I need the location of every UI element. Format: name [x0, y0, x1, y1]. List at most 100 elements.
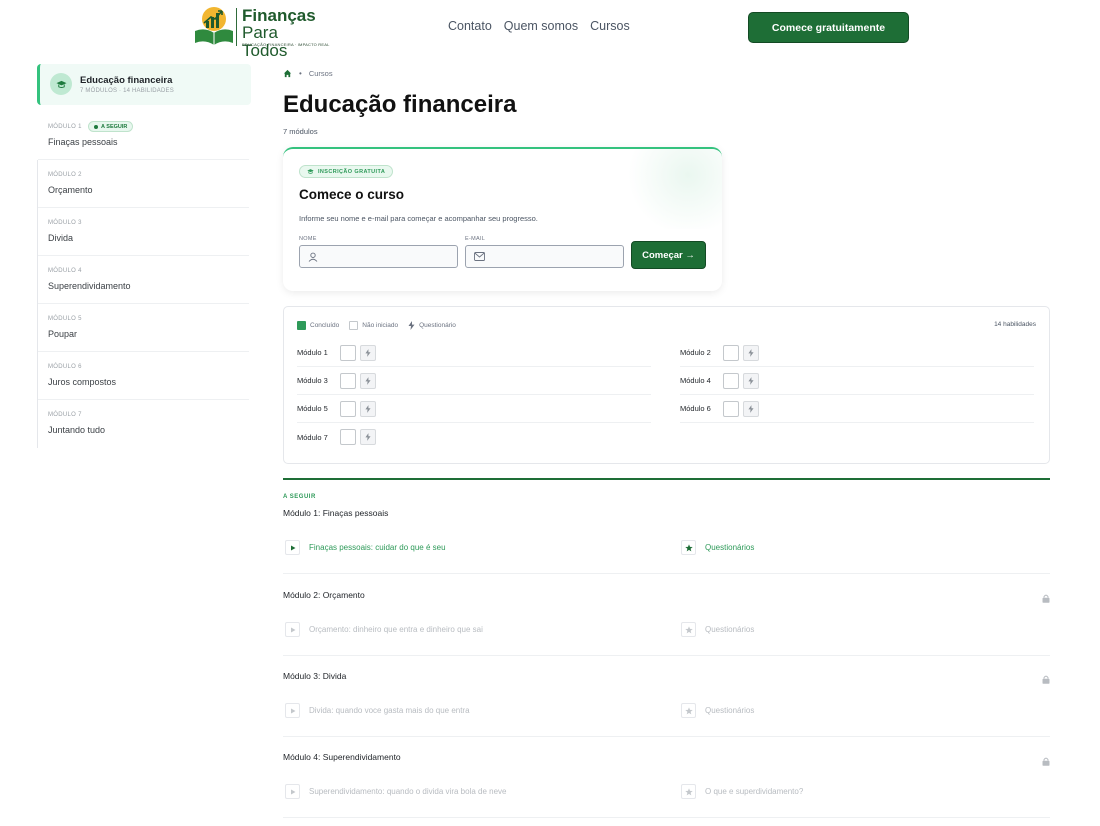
mail-icon [474, 252, 485, 261]
quiz-box[interactable] [743, 344, 759, 361]
progress-row-module-5: Módulo 5 [297, 395, 651, 423]
sidebar-module-name: Divida [48, 233, 74, 243]
module-1-title: Módulo 1: Finaças pessoais [283, 508, 389, 518]
lightning-icon [748, 376, 754, 385]
site-logo[interactable]: Finanças Para Todos EDUCAÇÃO FINANCEIRA … [193, 5, 329, 60]
lesson-title: Superendividamento: quando o divida vira… [309, 787, 507, 796]
play-icon [285, 703, 300, 718]
sidebar-module-name: Finaças pessoais [48, 137, 118, 147]
nav-link-cursos[interactable]: Cursos [590, 19, 630, 33]
skills-count: 14 habilidades [994, 321, 1036, 328]
sidebar-item-module-5[interactable]: MÓDULO 5 Poupar [37, 304, 255, 352]
sidebar-item-module-3[interactable]: MÓDULO 3 Divida [37, 208, 255, 256]
page-title: Educação financeira [283, 91, 517, 118]
sidebar-module-label: MÓDULO 2 [48, 172, 82, 178]
skill-box[interactable] [340, 400, 356, 417]
quiz-box[interactable] [360, 344, 376, 361]
lesson-module-2: Orçamento: dinheiro que entra e dinheiro… [285, 622, 483, 637]
skill-box[interactable] [340, 372, 356, 389]
logo-tagline: EDUCAÇÃO FINANCEIRA · IMPACTO REAL [242, 42, 330, 47]
progress-row-module-6: Módulo 6 [680, 395, 1034, 423]
progress-row-module-7: Módulo 7 [297, 423, 651, 451]
lesson-module-1[interactable]: Finaças pessoais: cuidar do que é seu [285, 540, 446, 555]
signup-card: INSCRIÇÃO GRATUITA Comece o curso Inform… [283, 147, 722, 291]
signup-title: Comece o curso [299, 187, 405, 202]
sidebar-item-module-7[interactable]: MÓDULO 7 Juntando tudo [37, 400, 255, 448]
progress-panel: Concluído Não iniciado Questionário 14 h… [283, 306, 1050, 464]
free-enrollment-badge: INSCRIÇÃO GRATUITA [299, 165, 394, 178]
breadcrumb-separator: • [299, 69, 302, 78]
start-course-button[interactable]: Começar → [631, 241, 706, 269]
sidebar-module-label: MÓDULO 7 [48, 412, 82, 418]
play-icon [285, 622, 300, 637]
free-badge-label: INSCRIÇÃO GRATUITA [318, 168, 386, 175]
module-count: 7 módulos [283, 127, 318, 136]
sidebar-item-module-2[interactable]: MÓDULO 2 Orçamento [37, 160, 255, 208]
progress-module-name: Módulo 6 [680, 404, 711, 413]
quiz-box[interactable] [360, 400, 376, 417]
play-icon [285, 540, 300, 555]
progress-row-module-4: Módulo 4 [680, 367, 1034, 395]
module-4-title: Módulo 4: Superendividamento [283, 752, 401, 762]
lightning-icon [365, 348, 371, 357]
sidebar-module-label: MÓDULO 6 [48, 364, 82, 370]
skill-box[interactable] [723, 372, 739, 389]
sidebar-module-label: MÓDULO 1 [48, 124, 82, 130]
sidebar-item-module-6[interactable]: MÓDULO 6 Juros compostos [37, 352, 255, 400]
legend-done-label: Concluído [310, 322, 340, 329]
skill-box[interactable] [340, 429, 356, 445]
graduation-cap-icon [50, 73, 72, 95]
divider [283, 655, 1050, 656]
sidebar-module-name: Juntando tudo [48, 425, 106, 435]
breadcrumb-current[interactable]: Cursos [309, 69, 333, 78]
sidebar-item-module-1[interactable]: MÓDULO 1 A SEGUIR Finaças pessoais [37, 112, 255, 160]
up-next-divider [283, 478, 1050, 480]
progress-module-name: Módulo 2 [680, 348, 711, 357]
progress-row-module-3: Módulo 3 [297, 367, 651, 395]
sidebar-module-name: Poupar [48, 329, 78, 339]
quiz-box[interactable] [360, 372, 376, 389]
graduation-cap-icon [307, 169, 314, 174]
progress-module-name: Módulo 7 [297, 432, 328, 442]
skill-box[interactable] [723, 400, 739, 417]
email-field[interactable] [465, 245, 624, 268]
course-sidebar: Educação financeira 7 MÓDULOS · 14 HABIL… [37, 64, 255, 448]
divider [283, 573, 1050, 574]
nav-link-contato[interactable]: Contato [448, 19, 492, 33]
divider [283, 736, 1050, 737]
quiz-module-1[interactable]: Questionários [681, 540, 754, 555]
lesson-title: Divida: quando voce gasta mais do que en… [309, 706, 470, 715]
quiz-title: Questionários [705, 543, 755, 552]
play-icon [285, 784, 300, 799]
quiz-box[interactable] [743, 400, 759, 417]
quiz-title: Questionários [705, 625, 755, 634]
sidebar-item-module-4[interactable]: MÓDULO 4 Superendividamento [37, 256, 255, 304]
skill-box[interactable] [340, 344, 356, 361]
skill-box[interactable] [723, 344, 739, 361]
star-icon [681, 540, 696, 555]
dot-icon [94, 124, 98, 129]
lightning-icon [748, 404, 754, 413]
quiz-box[interactable] [360, 429, 376, 445]
quiz-box[interactable] [743, 372, 759, 389]
sidebar-course-card[interactable]: Educação financeira 7 MÓDULOS · 14 HABIL… [37, 64, 251, 105]
progress-module-name: Módulo 3 [297, 376, 328, 385]
quiz-title: Questionários [705, 706, 755, 715]
quiz-title: O que e superdividamento? [705, 787, 804, 796]
name-field[interactable] [299, 245, 458, 268]
main-nav: Contato Quem somos Cursos [448, 19, 630, 33]
lightning-icon [748, 348, 754, 357]
lock-icon [1042, 675, 1050, 684]
start-free-button[interactable]: Comece gratuitamente [748, 12, 909, 43]
logo-divider [236, 8, 237, 46]
divider [283, 817, 1050, 818]
lightning-icon [365, 404, 371, 413]
sidebar-module-label: MÓDULO 4 [48, 268, 82, 274]
home-icon[interactable] [283, 69, 292, 78]
lightning-icon [408, 321, 415, 330]
sidebar-module-name: Juros compostos [48, 377, 117, 387]
nav-link-quem-somos[interactable]: Quem somos [504, 19, 578, 33]
lesson-module-4: Superendividamento: quando o divida vira… [285, 784, 506, 799]
sidebar-module-label: MÓDULO 3 [48, 220, 82, 226]
legend-not-started-label: Não iniciado [362, 322, 399, 329]
